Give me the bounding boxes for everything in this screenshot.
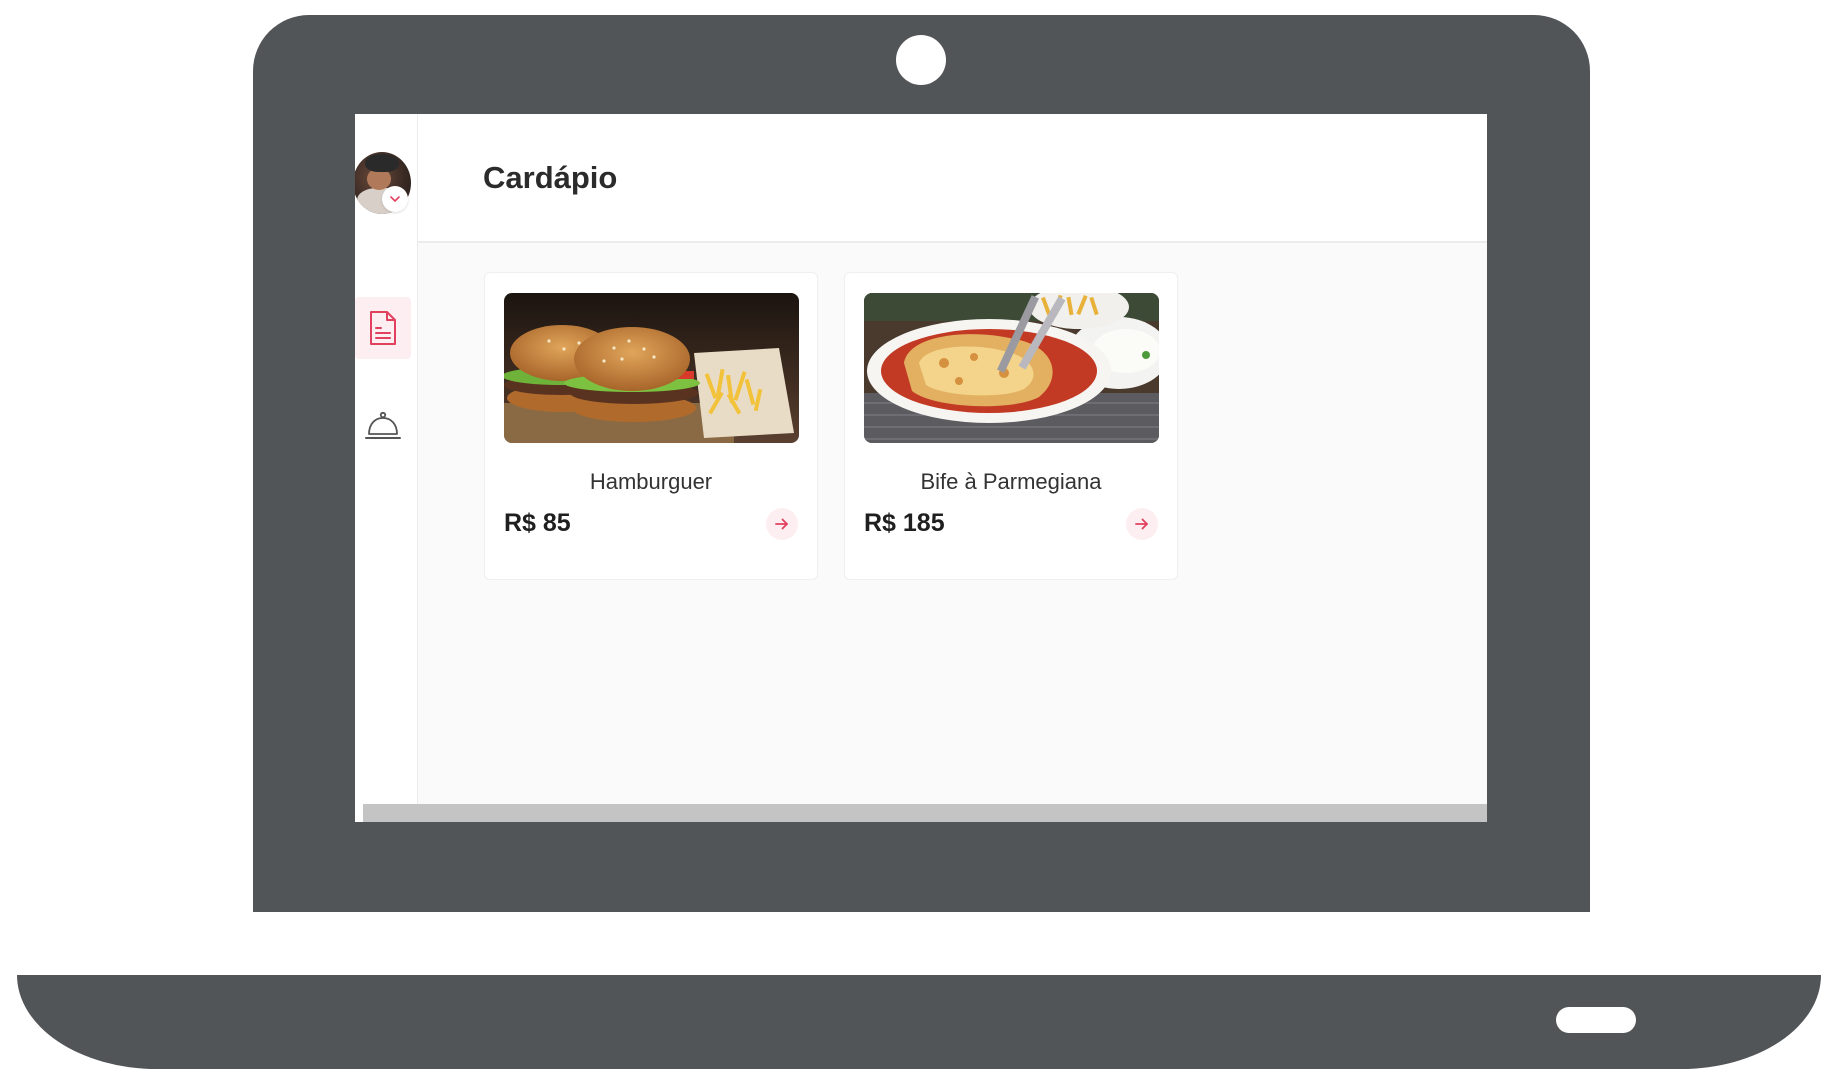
app-screen: Cardápio Hamburguer R$ 85 Bife à Parmegi… xyxy=(355,114,1487,822)
sidebar-item-menu[interactable] xyxy=(355,297,411,359)
page-title: Cardápio xyxy=(483,160,618,195)
top-bar: Cardápio xyxy=(418,114,1487,243)
product-image-bife-parmegiana xyxy=(864,293,1159,443)
product-name: Hamburguer xyxy=(589,469,713,494)
hamburger-photo xyxy=(504,293,799,443)
laptop-base xyxy=(17,975,1821,1069)
document-icon xyxy=(370,311,396,345)
chevron-down-icon xyxy=(390,196,400,202)
trackpad-slot xyxy=(1556,1007,1636,1033)
open-product-button[interactable] xyxy=(766,508,798,540)
product-card-bife-parmegiana[interactable]: Bife à Parmegiana R$ 185 xyxy=(844,272,1178,580)
sidebar xyxy=(355,114,418,822)
avatar-hat xyxy=(365,154,399,172)
parmigiana-photo xyxy=(864,293,1159,443)
open-product-button[interactable] xyxy=(1126,508,1158,540)
product-card-hamburguer[interactable]: Hamburguer R$ 85 xyxy=(484,272,818,580)
arrow-right-icon xyxy=(1135,518,1148,530)
horizontal-scrollbar[interactable] xyxy=(363,804,1487,822)
product-price: R$ 185 xyxy=(864,509,945,537)
product-price: R$ 85 xyxy=(504,509,571,537)
product-name: Bife à Parmegiana xyxy=(920,469,1102,494)
webcam xyxy=(896,35,946,85)
sidebar-item-orders[interactable] xyxy=(355,396,411,458)
product-image-hamburguer xyxy=(504,293,799,443)
profile-dropdown-button[interactable] xyxy=(382,186,408,212)
cloche-icon xyxy=(365,411,401,439)
arrow-right-icon xyxy=(775,518,788,530)
